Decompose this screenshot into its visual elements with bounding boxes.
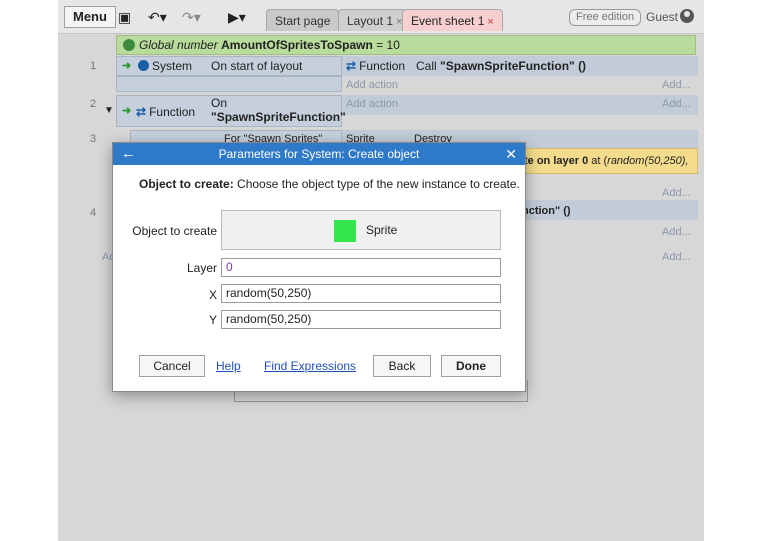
- object-picker[interactable]: Sprite: [221, 210, 501, 250]
- event-object-label: System: [152, 59, 193, 73]
- back-arrow-icon[interactable]: ←: [121, 143, 136, 165]
- event-1-action-object: ⇄ Function: [346, 57, 405, 75]
- row-number: 4: [90, 207, 97, 219]
- arrow-right-icon: ➜: [122, 105, 132, 117]
- layer-text-expr: random(50,250),: [607, 155, 689, 167]
- description-text: Choose the object type of the new instan…: [237, 177, 520, 191]
- redo-icon[interactable]: ↷▾: [182, 7, 201, 27]
- event-4-action: nction" (): [522, 202, 571, 220]
- event-1-action: Call "SpawnSpriteFunction" (): [416, 57, 586, 75]
- event-1-object: System: [138, 57, 192, 75]
- add-more-link[interactable]: Add...: [662, 251, 691, 263]
- global-var-value: = 10: [376, 38, 400, 52]
- x-input[interactable]: random(50,250): [221, 284, 501, 303]
- create-object-action-text: te on layer 0 at (random(50,250),: [524, 152, 688, 170]
- description-bold: Object to create:: [139, 177, 234, 191]
- layer-input[interactable]: 0: [221, 258, 501, 277]
- layer-label: Layer: [186, 261, 217, 275]
- save-icon[interactable]: ▣: [118, 7, 131, 27]
- row-number: 3: [90, 133, 97, 145]
- globe-icon: [123, 39, 135, 51]
- menu-button[interactable]: Menu: [64, 6, 116, 28]
- add-more-link[interactable]: Add...: [662, 79, 691, 91]
- condition-line-2: "SpawnSpriteFunction": [211, 110, 346, 124]
- add-action-link[interactable]: Add action: [346, 79, 398, 91]
- tab-start-page[interactable]: Start page: [266, 9, 340, 31]
- tab-label: Event sheet 1: [411, 14, 485, 28]
- object-to-create-label: Object to create: [132, 224, 217, 238]
- collapse-arrow-icon[interactable]: ▼: [104, 102, 114, 120]
- user-label[interactable]: Guest: [646, 9, 678, 26]
- function-icon: ⇄: [346, 59, 357, 73]
- tab-event-sheet-1[interactable]: Event sheet 1 ×: [402, 9, 503, 31]
- add-more-link[interactable]: Add...: [662, 226, 691, 238]
- undo-icon[interactable]: ↶▾: [148, 7, 167, 27]
- layer-text-at: at (: [588, 155, 608, 167]
- arrow-right-icon: ➜: [122, 60, 132, 72]
- find-expressions-link[interactable]: Find Expressions: [264, 359, 356, 373]
- main-toolbar: Menu ▣ ↶▾ ↷▾ ▶▾ Start page Layout 1 × Eve…: [58, 0, 704, 34]
- cancel-button[interactable]: Cancel: [139, 355, 205, 377]
- action-prefix: Call: [416, 59, 437, 73]
- function-call-text: nction" (): [522, 205, 571, 217]
- event-object-label: Function: [149, 105, 196, 119]
- layer-text-prefix: te on layer: [524, 155, 583, 167]
- global-var-name: AmountOfSpritesToSpawn: [221, 38, 373, 52]
- done-button[interactable]: Done: [441, 355, 501, 377]
- app-window: Menu ▣ ↶▾ ↷▾ ▶▾ Start page Layout 1 × Eve…: [58, 0, 704, 541]
- function-icon: ⇄: [136, 105, 147, 119]
- gear-icon: [138, 60, 149, 71]
- condition-line-1: On: [211, 96, 228, 110]
- edition-badge[interactable]: Free edition: [569, 9, 642, 26]
- add-more-link[interactable]: Add...: [662, 98, 691, 110]
- dialog-description: Object to create: Choose the object type…: [139, 177, 520, 191]
- parameters-dialog: ← Parameters for System: Create object ✕…: [112, 142, 526, 392]
- close-icon[interactable]: ×: [487, 16, 493, 28]
- help-link[interactable]: Help: [216, 359, 241, 373]
- row-number: 1: [90, 60, 97, 72]
- event-2-object: ⇄ Function: [136, 103, 195, 121]
- tab-label: Layout 1: [347, 14, 394, 28]
- y-input[interactable]: random(50,250): [221, 310, 501, 329]
- sprite-icon: [334, 220, 356, 242]
- dialog-title-bar: ← Parameters for System: Create object ✕: [113, 143, 525, 165]
- tab-label: Start page: [275, 14, 331, 28]
- user-icon[interactable]: [680, 9, 694, 23]
- action-object-label: Function: [359, 59, 406, 73]
- row-number: 2: [90, 98, 97, 110]
- event-1-condition: On start of layout: [211, 59, 303, 73]
- add-action-link[interactable]: Add action: [346, 98, 398, 110]
- global-variable-row[interactable]: Global number AmountOfSpritesToSpawn = 1…: [116, 35, 696, 55]
- add-more-link[interactable]: Add...: [662, 187, 691, 199]
- play-icon[interactable]: ▶▾: [228, 7, 246, 27]
- global-var-prefix: Global number: [139, 38, 218, 52]
- x-label: X: [208, 288, 217, 302]
- back-button[interactable]: Back: [373, 355, 431, 377]
- action-text: "SpawnSpriteFunction" (): [440, 59, 587, 73]
- dialog-title: Parameters for System: Create object: [218, 147, 420, 161]
- close-icon[interactable]: ✕: [505, 143, 517, 165]
- y-label: Y: [208, 313, 217, 327]
- object-value: Sprite: [366, 223, 398, 237]
- event-1-blank-cell: [116, 76, 342, 92]
- event-2-condition: On "SpawnSpriteFunction": [211, 96, 346, 124]
- tab-layout-1[interactable]: Layout 1 ×: [338, 9, 412, 31]
